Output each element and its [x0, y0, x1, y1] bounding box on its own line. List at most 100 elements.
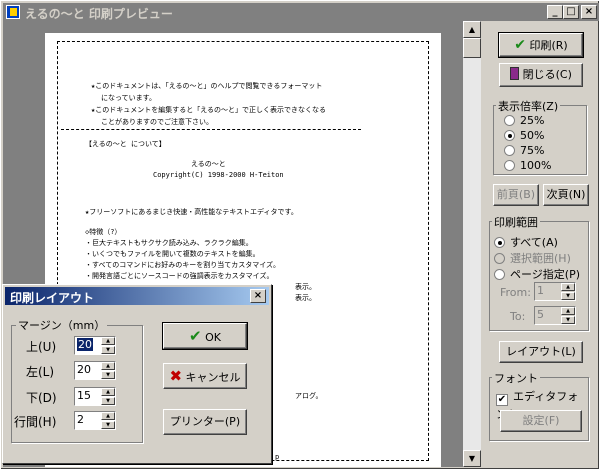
line-spacing-input[interactable]: 2 ▲ ▼ — [74, 411, 116, 430]
radio-icon — [504, 160, 515, 171]
spin-down-icon: ▼ — [561, 292, 575, 300]
radio-icon — [494, 253, 505, 264]
zoom-group-label: 表示倍率(Z) — [496, 98, 561, 114]
vertical-scrollbar[interactable]: ▲ ▼ — [463, 21, 481, 467]
spin-up-icon[interactable]: ▲ — [101, 362, 115, 370]
minimize-button[interactable]: _ — [547, 5, 563, 19]
close-preview-button[interactable]: 閉じる(C) — [499, 63, 583, 87]
font-group-label: フォント — [492, 370, 540, 386]
doc-line: ★このドキュメントは、「えるの〜と」のヘルプで閲覧できるフォーマット — [91, 82, 323, 90]
maximize-button[interactable]: □ — [563, 5, 579, 19]
doc-line: になっています。 — [101, 94, 156, 102]
spin-down-icon: ▼ — [561, 316, 575, 324]
next-page-button[interactable]: 次頁(N) — [543, 184, 589, 206]
cross-icon: ✖ — [169, 367, 183, 385]
range-all-label: すべて(A) — [510, 236, 558, 249]
print-range-group-label: 印刷範囲 — [492, 214, 540, 230]
to-label: To: — [510, 310, 526, 323]
from-page-value: 1 — [537, 284, 544, 297]
doc-line: ・開発言語ごとにソースコードの強調表示をカスタマイズ。 — [85, 272, 274, 280]
zoom-option-label: 25% — [520, 114, 545, 127]
print-button[interactable]: ✔ 印刷(R) — [498, 32, 584, 58]
from-page-input: 1 ▲ ▼ — [534, 282, 576, 301]
doc-line: 表示。 — [295, 283, 316, 291]
line-spacing-value: 2 — [77, 413, 84, 426]
title-bar: えるの〜と 印刷プレビュー _ □ × — [3, 3, 599, 21]
zoom-option-25[interactable]: 25% — [504, 114, 544, 127]
scroll-up-icon[interactable]: ▲ — [463, 21, 481, 38]
spin-down-icon[interactable]: ▼ — [101, 371, 115, 379]
spin-down-icon[interactable]: ▼ — [101, 421, 115, 429]
zoom-option-label: 50% — [520, 129, 545, 142]
door-icon — [510, 67, 520, 80]
range-pages-option[interactable]: ページ指定(P) — [494, 266, 580, 282]
doc-line: ◇特徴（?） — [85, 228, 122, 236]
ok-button[interactable]: ✔ OK — [162, 322, 248, 350]
prev-page-button[interactable]: 前頁(B) — [493, 184, 539, 206]
spin-up-icon[interactable]: ▲ — [101, 412, 115, 420]
doc-line: p — [275, 453, 280, 461]
zoom-option-label: 100% — [520, 159, 552, 172]
print-layout-dialog: 印刷レイアウト × マージン（mm） 上(U) 20 ▲ ▼ 左(L) 20 ▲ ▼… — [2, 284, 272, 464]
doc-line: Copyright(C) 1998-2000 H-Teiton — [153, 171, 284, 179]
spin-down-icon[interactable]: ▼ — [101, 397, 115, 405]
to-page-input: 5 ▲ ▼ — [534, 306, 576, 325]
close-button[interactable]: × — [581, 5, 597, 19]
print-button-label: 印刷(R) — [529, 39, 568, 52]
doc-line: ことがありますのでご注意下さい。 — [101, 118, 213, 126]
scroll-down-icon[interactable]: ▼ — [463, 450, 481, 467]
line-spacing-label: 行間(H) — [14, 415, 57, 429]
doc-line: ★フリーソフトにあるまじき快速・高性能なテキストエディタです。 — [85, 208, 298, 216]
zoom-option-75[interactable]: 75% — [504, 144, 544, 157]
zoom-option-100[interactable]: 100% — [504, 159, 551, 172]
left-margin-input[interactable]: 20 ▲ ▼ — [74, 361, 116, 380]
margin-group-label: マージン（mm） — [16, 317, 108, 333]
dialog-close-button[interactable]: × — [250, 289, 266, 303]
top-margin-label: 上(U) — [26, 340, 57, 354]
printer-button[interactable]: プリンター(P) — [163, 409, 247, 435]
doc-line: ・すべてのコマンドにお好みのキーを割り当てカスタマイズ。 — [85, 261, 281, 269]
radio-icon — [494, 269, 505, 280]
radio-selected-icon — [494, 237, 505, 248]
range-pages-label: ページ指定(P) — [510, 268, 580, 281]
zoom-option-label: 75% — [520, 144, 545, 157]
cancel-button[interactable]: ✖ キャンセル — [163, 363, 247, 389]
spin-up-icon: ▲ — [561, 307, 575, 315]
radio-icon — [504, 115, 515, 126]
spin-up-icon: ▲ — [561, 283, 575, 291]
doc-line: アログ。 — [295, 392, 323, 400]
top-margin-value: 20 — [77, 338, 93, 351]
dialog-title: 印刷レイアウト — [10, 291, 95, 305]
bottom-margin-label: 下(D) — [26, 391, 57, 405]
print-range-group: 印刷範囲 すべて(A) 選択範囲(H) ページ指定(P) From: 1 ▲ ▼ … — [489, 214, 589, 331]
doc-line: ・いくつでもファイルを開いて複数のテキストを編集。 — [85, 250, 260, 258]
range-selection-option: 選択範囲(H) — [494, 250, 571, 266]
font-group: フォント ✔エディタフォント(E) 設定(F) — [489, 370, 589, 441]
spin-up-icon[interactable]: ▲ — [101, 388, 115, 396]
ok-button-label: OK — [205, 331, 221, 344]
checkmark-icon: ✔ — [189, 327, 202, 345]
radio-icon — [504, 145, 515, 156]
spin-up-icon[interactable]: ▲ — [101, 337, 115, 345]
checkmark-icon: ✔ — [514, 37, 526, 53]
doc-line: 表示。 — [295, 294, 316, 302]
doc-separator — [61, 129, 361, 130]
font-settings-button: 設定(F) — [500, 410, 582, 432]
left-margin-value: 20 — [77, 363, 91, 376]
doc-line: えるの〜と — [191, 160, 226, 168]
doc-line: ★このドキュメントを編集すると「えるの〜と」で正しく表示できなくなる — [91, 106, 327, 114]
bottom-margin-input[interactable]: 15 ▲ ▼ — [74, 387, 116, 406]
layout-button[interactable]: レイアウト(L) — [499, 341, 583, 363]
zoom-group: 表示倍率(Z) 25% 50% 75% 100% — [493, 98, 587, 175]
scroll-thumb[interactable] — [463, 38, 481, 58]
margin-group: マージン（mm） 上(U) 20 ▲ ▼ 左(L) 20 ▲ ▼ 下(D) 15 ▲… — [11, 317, 143, 443]
left-margin-label: 左(L) — [26, 365, 55, 379]
zoom-option-50[interactable]: 50% — [504, 129, 544, 142]
top-margin-input[interactable]: 20 ▲ ▼ — [74, 336, 116, 355]
app-icon — [6, 5, 20, 19]
doc-line: ・巨大テキストもサクサク読み込み、ラクラク編集。 — [85, 239, 253, 247]
spin-down-icon[interactable]: ▼ — [101, 346, 115, 354]
cancel-button-label: キャンセル — [185, 371, 241, 384]
doc-line: 【えるの〜と について】 — [85, 140, 166, 148]
range-all-option[interactable]: すべて(A) — [494, 234, 558, 250]
